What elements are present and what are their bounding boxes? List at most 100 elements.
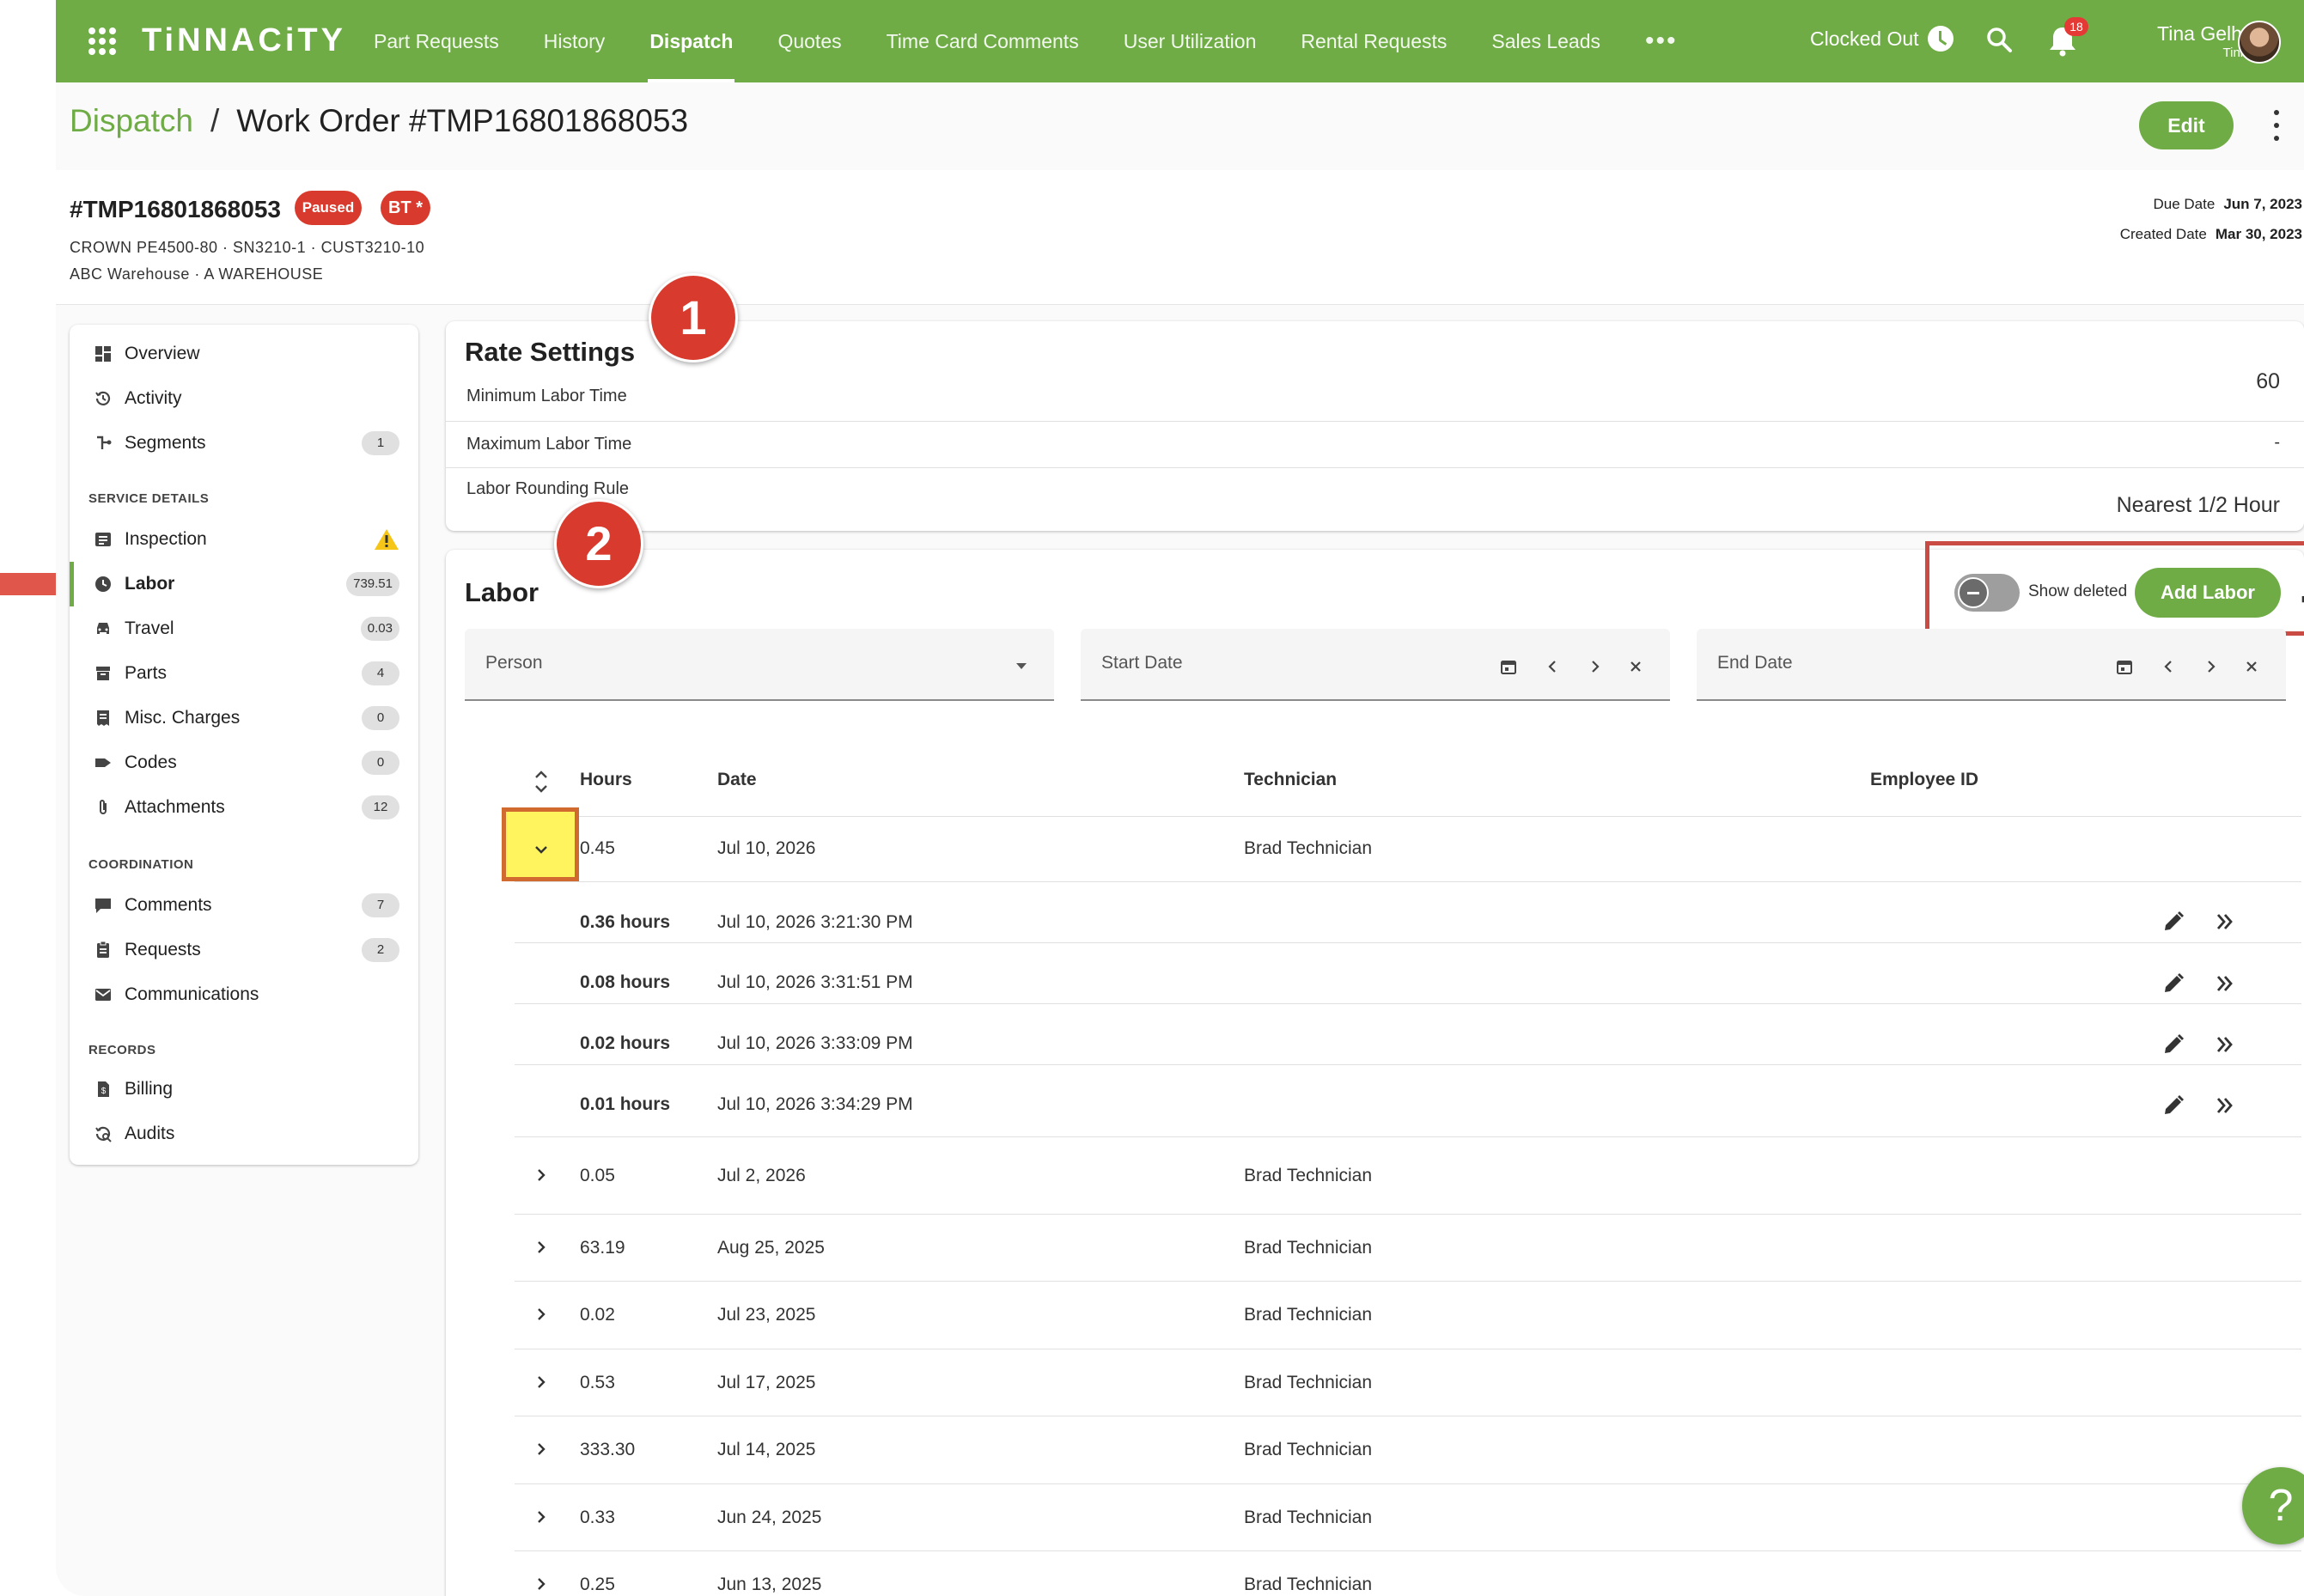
clear-icon[interactable] <box>1627 658 1644 675</box>
nav-history[interactable]: History <box>521 0 628 82</box>
move-double-chevron-icon[interactable] <box>2212 971 2238 996</box>
nav-part-requests[interactable]: Part Requests <box>351 0 521 82</box>
sidebar-item-count: 12 <box>362 795 399 819</box>
sidebar-item-label: Codes <box>125 752 177 772</box>
table-row[interactable]: 63.19 Aug 25, 2025 Brad Technician <box>515 1214 2301 1282</box>
parts-icon <box>96 667 110 680</box>
sidebar-item-segments[interactable]: Segments 1 <box>70 421 418 466</box>
sidebar-item-count: 4 <box>362 661 399 685</box>
breadcrumb-dispatch-link[interactable]: Dispatch <box>70 103 193 139</box>
rate-value: 60 <box>2256 369 2280 393</box>
chevron-right-icon[interactable] <box>2202 658 2219 675</box>
nav-dispatch[interactable]: Dispatch <box>627 0 755 82</box>
calendar-icon[interactable] <box>1500 658 1517 675</box>
column-employee-id[interactable]: Employee ID <box>1870 770 1978 790</box>
chevron-right-icon[interactable] <box>533 1509 549 1525</box>
apps-grid-icon[interactable] <box>88 27 116 55</box>
chevron-left-icon[interactable] <box>2161 658 2178 675</box>
nav-user-utilization[interactable]: User Utilization <box>1101 0 1279 82</box>
start-date-filter[interactable]: Start Date <box>1081 629 1670 701</box>
sidebar-item-inspection[interactable]: Inspection <box>70 517 418 562</box>
chevron-right-icon[interactable] <box>533 1576 549 1592</box>
sidebar-item-misc-charges[interactable]: Misc. Charges 0 <box>70 696 418 740</box>
sidebar-item-overview[interactable]: Overview <box>70 332 418 376</box>
more-options-icon[interactable] <box>2271 110 2282 141</box>
expand-collapse-all-icon[interactable] <box>533 768 549 795</box>
table-row[interactable]: 0.33 Jun 24, 2025 Brad Technician <box>515 1483 2301 1551</box>
chevron-left-icon[interactable] <box>1545 658 1562 675</box>
column-date[interactable]: Date <box>717 770 757 790</box>
labor-table-header: Hours Date Technician Employee ID <box>515 756 2301 817</box>
app-logo[interactable]: TiNNACiTY <box>142 22 346 59</box>
created-date-label: Created Date <box>2119 226 2207 242</box>
sidebar-item-label: Travel <box>125 618 174 638</box>
entry-time: Jul 10, 2026 3:34:29 PM <box>717 1094 913 1114</box>
edit-pencil-icon[interactable] <box>2161 1093 2186 1118</box>
edit-pencil-icon[interactable] <box>2161 971 2186 996</box>
sidebar-item-audits[interactable]: Audits <box>70 1112 418 1156</box>
search-icon[interactable] <box>1985 26 2013 53</box>
chevron-right-icon[interactable] <box>533 1307 549 1322</box>
move-double-chevron-icon[interactable] <box>2212 1032 2238 1057</box>
chevron-right-icon[interactable] <box>533 1374 549 1390</box>
nav-quotes[interactable]: Quotes <box>755 0 863 82</box>
table-row[interactable]: 333.30 Jul 14, 2025 Brad Technician <box>515 1416 2301 1484</box>
sidebar-item-travel[interactable]: Travel 0.03 <box>70 606 418 651</box>
sidebar-item-count: 0 <box>362 751 399 775</box>
table-row[interactable]: 0.25 Jun 13, 2025 Brad Technician <box>515 1550 2301 1596</box>
sidebar-item-parts[interactable]: Parts 4 <box>70 651 418 696</box>
sidebar-item-labor[interactable]: Labor 739.51 <box>70 562 418 606</box>
add-labor-button[interactable]: Add Labor <box>2135 568 2281 618</box>
edit-button[interactable]: Edit <box>2139 101 2234 149</box>
equipment-info: CROWN PE4500-80 · SN3210-1 · CUST3210-10 <box>70 239 425 256</box>
edit-pencil-icon[interactable] <box>2161 909 2186 935</box>
table-row[interactable]: 0.53 Jul 17, 2025 Brad Technician <box>515 1349 2301 1416</box>
chevron-right-icon[interactable] <box>1586 658 1603 675</box>
nav-rental-requests[interactable]: Rental Requests <box>1278 0 1469 82</box>
table-row[interactable]: 0.02 Jul 23, 2025 Brad Technician <box>515 1281 2301 1349</box>
sidebar-item-billing[interactable]: $ Billing <box>70 1067 418 1112</box>
more-menu-icon[interactable]: ••• <box>1623 0 1700 82</box>
sidebar-item-count: 2 <box>362 938 399 962</box>
chevron-right-icon[interactable] <box>533 1240 549 1255</box>
row-date: Jul 10, 2026 <box>717 838 816 858</box>
sidebar-item-codes[interactable]: Codes 0 <box>70 740 418 785</box>
download-icon[interactable] <box>2300 579 2304 605</box>
clear-icon[interactable] <box>2243 658 2260 675</box>
clock-status[interactable]: Clocked Out <box>1810 26 1954 52</box>
show-deleted-toggle[interactable] <box>1954 574 2020 612</box>
sidebar-item-comments[interactable]: Comments 7 <box>70 883 418 928</box>
chevron-down-icon[interactable] <box>533 842 549 857</box>
table-row-expanded[interactable]: 0.45 Jul 10, 2026 Brad Technician <box>515 816 2301 882</box>
move-double-chevron-icon[interactable] <box>2212 909 2238 935</box>
person-filter[interactable]: Person <box>465 629 1054 701</box>
work-order-id: #TMP16801868053 <box>70 196 281 222</box>
end-date-filter[interactable]: End Date <box>1697 629 2286 701</box>
sidebar-item-label: Labor <box>125 574 175 594</box>
paperclip-icon <box>100 800 107 814</box>
sidebar-item-count: 739.51 <box>346 572 399 596</box>
entry-hours: 0.08 hours <box>580 972 671 992</box>
sidebar-item-communications[interactable]: Communications <box>70 972 418 1017</box>
edit-pencil-icon[interactable] <box>2161 1032 2186 1057</box>
receipt-icon <box>97 710 109 726</box>
sidebar-item-label: Communications <box>125 984 259 1004</box>
rate-row-max-labor: Maximum Labor Time - <box>446 421 2304 468</box>
sidebar-item-attachments[interactable]: Attachments 12 <box>70 785 418 830</box>
move-double-chevron-icon[interactable] <box>2212 1093 2238 1118</box>
work-order-summary: #TMP16801868053 Paused BT * CROWN PE4500… <box>56 170 2304 305</box>
avatar[interactable] <box>2238 21 2281 64</box>
table-row[interactable]: 0.05 Jul 2, 2026 Brad Technician <box>515 1136 2301 1215</box>
chevron-right-icon[interactable] <box>533 1441 549 1457</box>
labor-entry-row: 0.02 hours Jul 10, 2026 3:33:09 PM <box>515 1003 2301 1065</box>
column-technician[interactable]: Technician <box>1244 770 1337 790</box>
column-hours[interactable]: Hours <box>580 770 632 790</box>
sidebar-item-requests[interactable]: Requests 2 <box>70 928 418 972</box>
sidebar-item-activity[interactable]: Activity <box>70 376 418 421</box>
calendar-icon[interactable] <box>2116 658 2133 675</box>
nav-sales-leads[interactable]: Sales Leads <box>1469 0 1623 82</box>
sidebar-item-count: 0 <box>362 706 399 730</box>
page-title: Work Order #TMP16801868053 <box>236 103 689 138</box>
nav-time-card-comments[interactable]: Time Card Comments <box>864 0 1101 82</box>
chevron-right-icon[interactable] <box>533 1167 549 1183</box>
